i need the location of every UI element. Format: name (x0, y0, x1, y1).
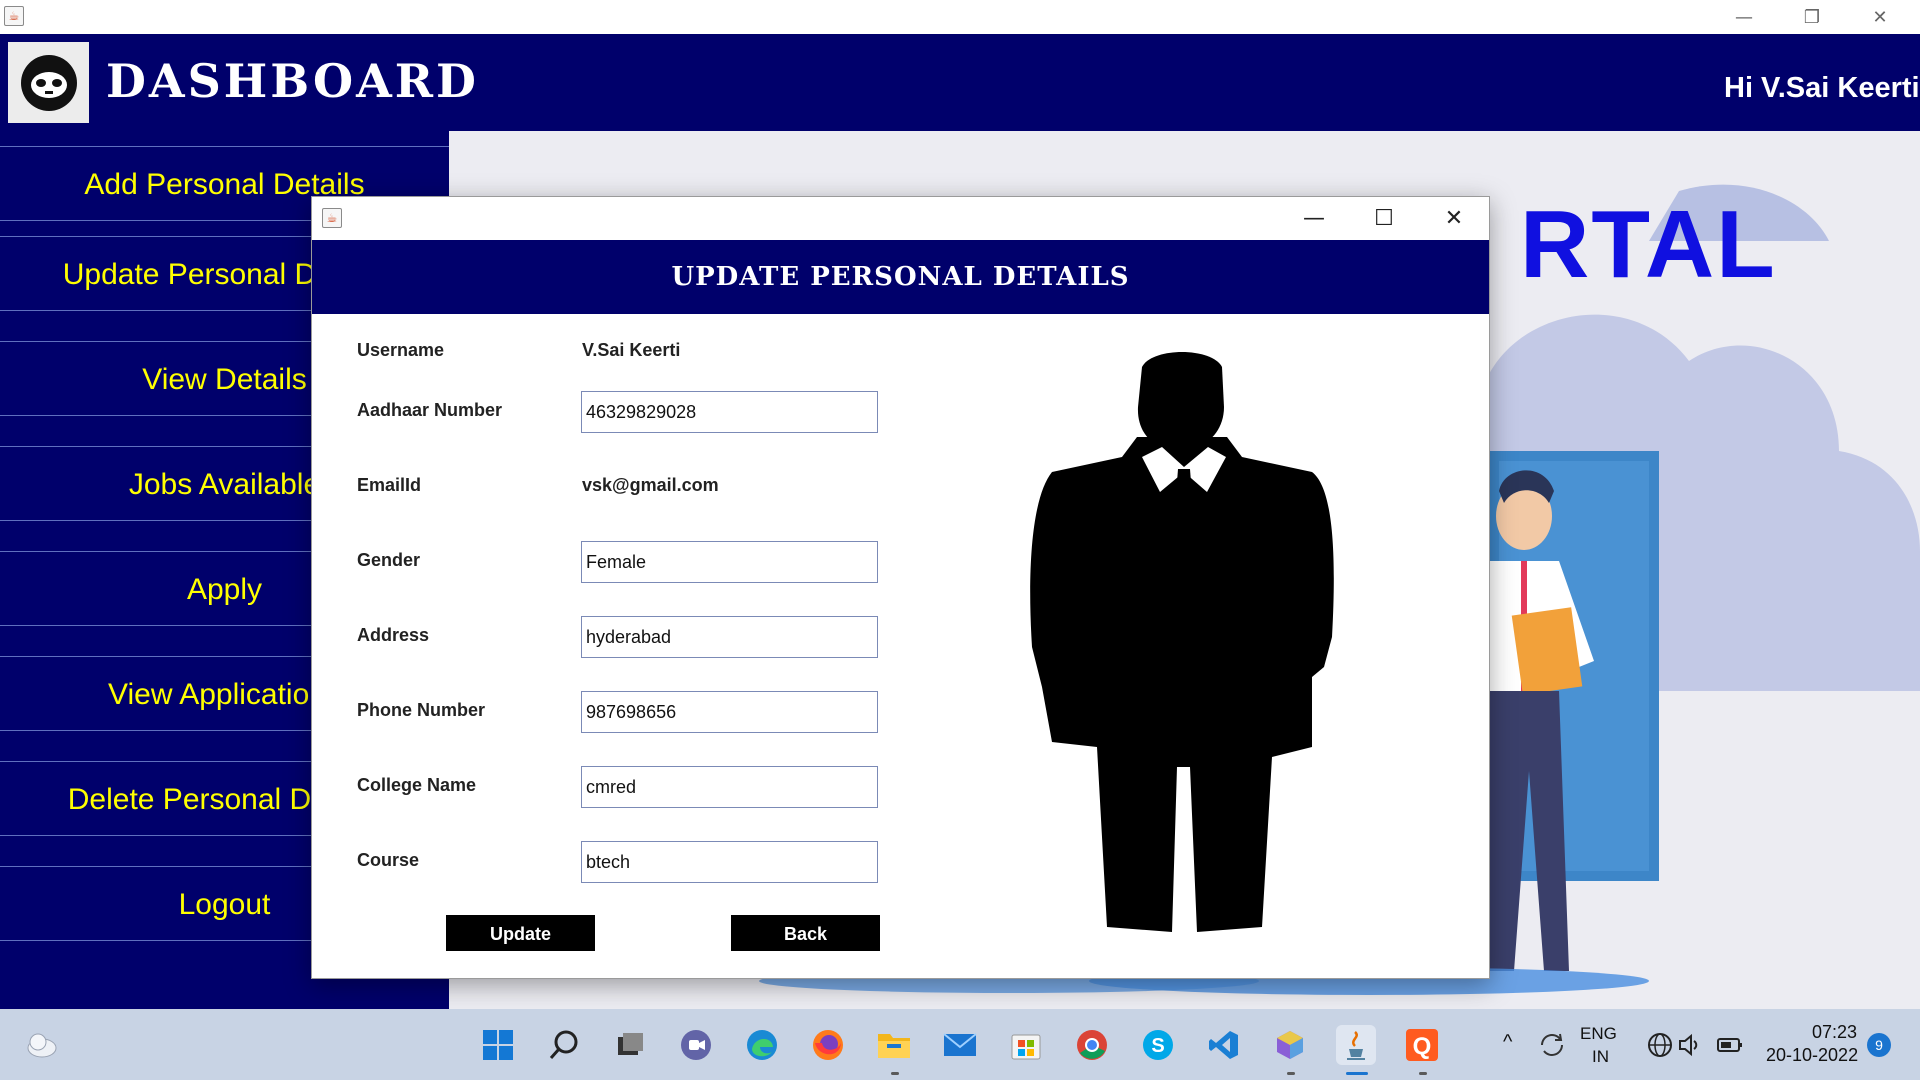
user-greeting: Hi V.Sai Keerti (1724, 72, 1920, 104)
store-icon[interactable] (1006, 1025, 1046, 1065)
chevron-up-icon[interactable]: ^ (1503, 1031, 1512, 1054)
java-app-icon: ☕ (322, 208, 342, 228)
dialog-header: UPDATE PERSONAL DETAILS (312, 240, 1489, 314)
java-app-icon: ☕ (4, 6, 24, 26)
address-label: Address (357, 625, 430, 645)
aadhaar-input[interactable] (581, 391, 878, 433)
mail-icon[interactable] (940, 1025, 980, 1065)
dashboard-title: DASHBOARD (106, 54, 479, 108)
hacker-mask-icon (20, 54, 77, 111)
logo (8, 42, 89, 123)
email-label: EmailId (357, 475, 422, 495)
restore-icon: ❐ (1803, 6, 1821, 28)
language-indicator-bottom[interactable]: IN (1592, 1047, 1609, 1067)
active-indicator (1346, 1072, 1368, 1075)
java-icon[interactable] (1336, 1025, 1376, 1065)
vscode-icon[interactable] (1204, 1025, 1244, 1065)
running-indicator (1419, 1072, 1427, 1075)
gender-input[interactable] (581, 541, 878, 583)
username-value: V.Sai Keerti (582, 340, 681, 360)
search-icon[interactable] (544, 1025, 584, 1065)
svg-text:Q: Q (1413, 1033, 1432, 1060)
dialog-titlebar: ☕ — ☐ ✕ (312, 197, 1489, 240)
svg-text:S: S (1151, 1035, 1164, 1057)
college-label: College Name (357, 775, 477, 795)
chrome-icon[interactable] (1072, 1025, 1112, 1065)
task-view-icon[interactable] (610, 1025, 650, 1065)
email-value: vsk@gmail.com (582, 475, 719, 495)
course-label: Course (357, 850, 420, 870)
close-icon: ✕ (1872, 6, 1888, 28)
close-icon: ✕ (1444, 206, 1464, 231)
background-portal-text: RTAL (1520, 191, 1777, 298)
minimize-icon: — (1735, 6, 1753, 28)
clock-time[interactable]: 07:23 (1812, 1022, 1857, 1043)
teams-chat-icon[interactable] (676, 1025, 716, 1065)
college-input[interactable] (581, 766, 878, 808)
notification-badge[interactable]: 9 (1867, 1033, 1891, 1057)
weather-icon[interactable] (22, 1025, 62, 1065)
edge-icon[interactable] (742, 1025, 782, 1065)
username-label: Username (357, 340, 445, 360)
running-indicator (891, 1072, 899, 1075)
maximize-icon: ☐ (1374, 206, 1394, 231)
firefox-icon[interactable] (808, 1025, 848, 1065)
update-button[interactable]: Update (446, 915, 595, 951)
clock-date[interactable]: 20-10-2022 (1766, 1045, 1858, 1066)
minimize-icon: — (1303, 206, 1325, 231)
running-indicator (1287, 1072, 1295, 1075)
aadhaar-label: Aadhaar Number (357, 400, 503, 420)
language-indicator-top[interactable]: ENG (1580, 1024, 1617, 1044)
back-button[interactable]: Back (731, 915, 880, 951)
dialog-maximize-button[interactable]: ☐ (1349, 197, 1419, 240)
phone-input[interactable] (581, 691, 878, 733)
restore-button[interactable]: ❐ (1778, 0, 1846, 34)
battery-icon[interactable] (1710, 1025, 1750, 1065)
volume-icon[interactable] (1670, 1025, 1710, 1065)
cube-app-icon[interactable] (1270, 1025, 1310, 1065)
q-app-icon[interactable]: Q (1402, 1025, 1442, 1065)
windows-start-icon[interactable] (478, 1025, 518, 1065)
close-button[interactable]: ✕ (1846, 0, 1914, 34)
update-personal-details-dialog: ☕ — ☐ ✕ UPDATE PERSONAL DETAILS Username… (311, 196, 1490, 979)
taskbar: S Q ^ ENG IN 07:23 20-10-2022 9 (0, 1009, 1920, 1080)
file-explorer-icon[interactable] (874, 1025, 914, 1065)
minimize-button[interactable]: — (1710, 0, 1778, 34)
course-input[interactable] (581, 841, 878, 883)
dialog-minimize-button[interactable]: — (1279, 197, 1349, 240)
address-input[interactable] (581, 616, 878, 658)
phone-label: Phone Number (357, 700, 486, 720)
dashboard-header: DASHBOARD Hi V.Sai Keerti (0, 34, 1920, 131)
dialog-heading: UPDATE PERSONAL DETAILS (671, 262, 1130, 292)
main-window-titlebar: ☕ — ❐ ✕ (0, 0, 1920, 34)
gender-label: Gender (357, 550, 421, 570)
person-silhouette-image (1030, 352, 1334, 932)
dialog-close-button[interactable]: ✕ (1419, 197, 1489, 240)
sync-icon[interactable] (1532, 1025, 1572, 1065)
skype-icon[interactable]: S (1138, 1025, 1178, 1065)
